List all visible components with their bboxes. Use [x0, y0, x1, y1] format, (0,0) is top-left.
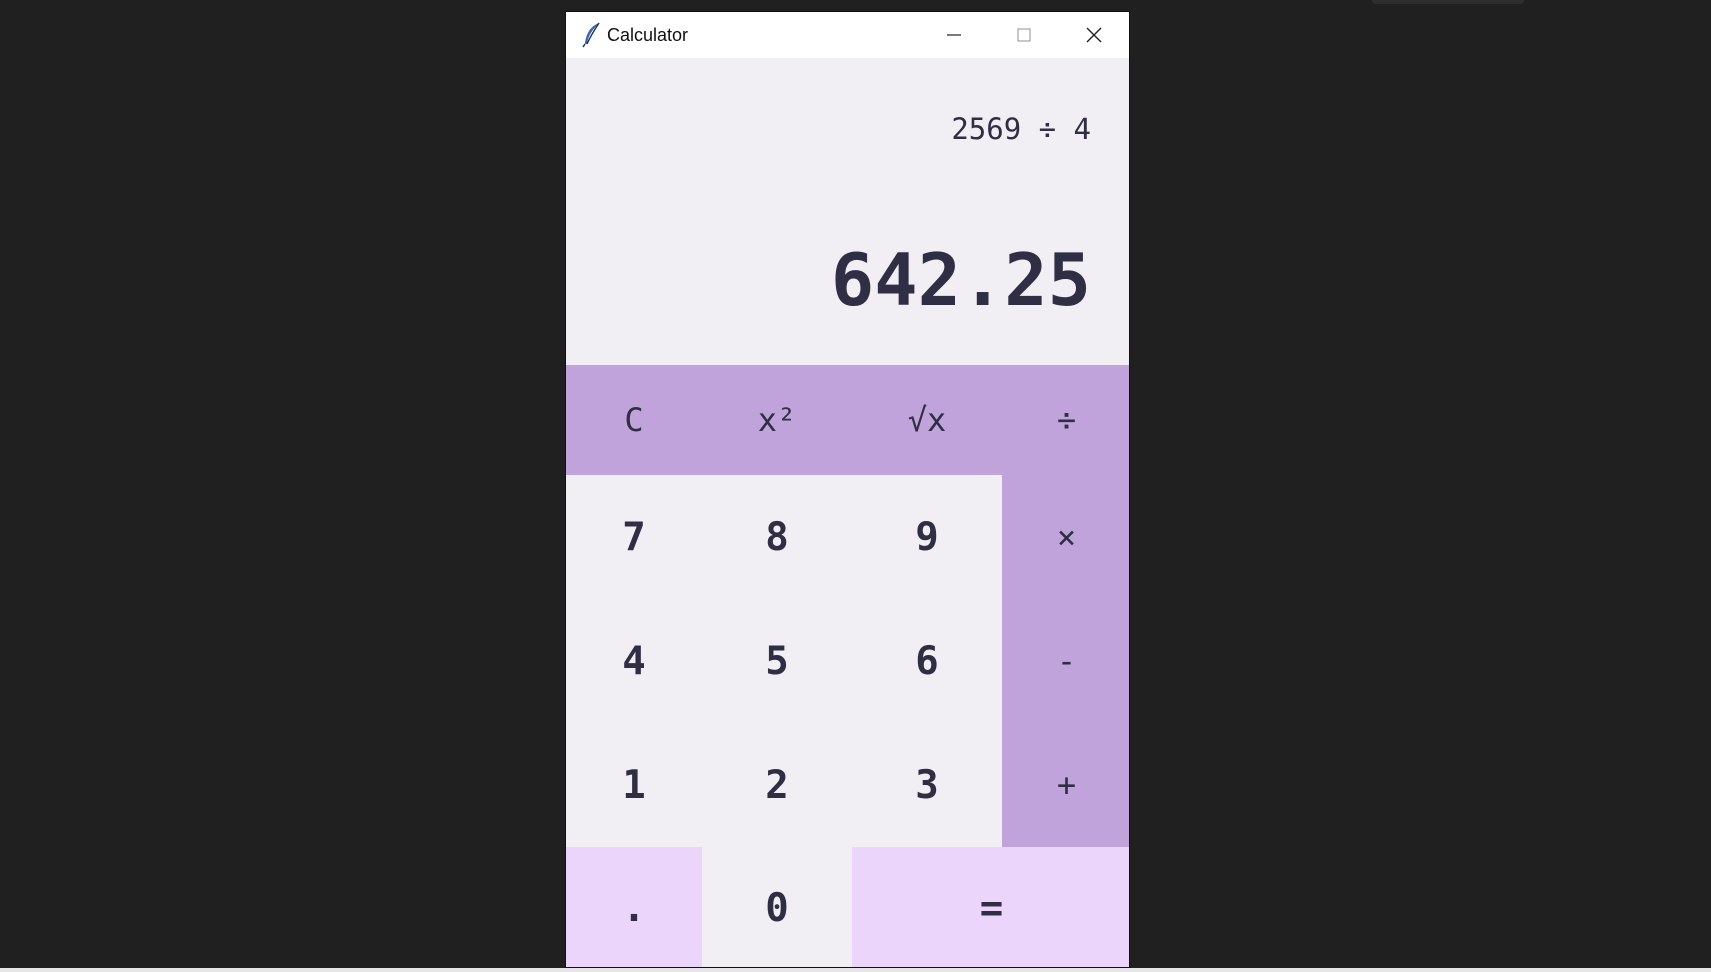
digit-3-button[interactable]: 3	[852, 723, 1002, 847]
digit-8-button[interactable]: 8	[702, 475, 852, 599]
add-button[interactable]: +	[1002, 723, 1129, 847]
calculator-window: Calculator 2569 ÷ 4 642.25 C x² √x ÷ 7 8…	[565, 11, 1130, 968]
digit-1-button[interactable]: 1	[566, 723, 702, 847]
result-text: 642.25	[830, 238, 1091, 322]
square-button[interactable]: x²	[702, 365, 852, 475]
subtract-button[interactable]: -	[1002, 599, 1129, 723]
digit-0-button[interactable]: 0	[702, 847, 852, 967]
window-title: Calculator	[607, 25, 689, 45]
minimize-icon	[946, 27, 962, 43]
title-bar[interactable]: Calculator	[566, 12, 1129, 58]
multiply-button[interactable]: ×	[1002, 475, 1129, 599]
maximize-button[interactable]	[992, 12, 1056, 58]
minimize-button[interactable]	[922, 12, 986, 58]
digit-4-button[interactable]: 4	[566, 599, 702, 723]
square-root-button[interactable]: √x	[852, 365, 1002, 475]
divide-button[interactable]: ÷	[1002, 365, 1129, 475]
equals-button[interactable]: =	[852, 847, 1129, 967]
expression-text: 2569 ÷ 4	[951, 112, 1091, 146]
close-icon	[1085, 26, 1103, 44]
keypad: C x² √x ÷ 7 8 9 × 4 5 6 - 1 2 3 + . 0 =	[566, 365, 1129, 967]
clear-button[interactable]: C	[566, 365, 702, 475]
background-window-edge	[1372, 0, 1524, 4]
close-button[interactable]	[1062, 12, 1126, 58]
maximize-icon	[1016, 27, 1032, 43]
digit-7-button[interactable]: 7	[566, 475, 702, 599]
digit-2-button[interactable]: 2	[702, 723, 852, 847]
feather-icon	[581, 22, 603, 48]
digit-6-button[interactable]: 6	[852, 599, 1002, 723]
screen-bottom-edge	[0, 968, 1711, 972]
digit-9-button[interactable]: 9	[852, 475, 1002, 599]
decimal-button[interactable]: .	[566, 847, 702, 967]
digit-5-button[interactable]: 5	[702, 599, 852, 723]
calculator-display: 2569 ÷ 4 642.25	[566, 58, 1129, 365]
